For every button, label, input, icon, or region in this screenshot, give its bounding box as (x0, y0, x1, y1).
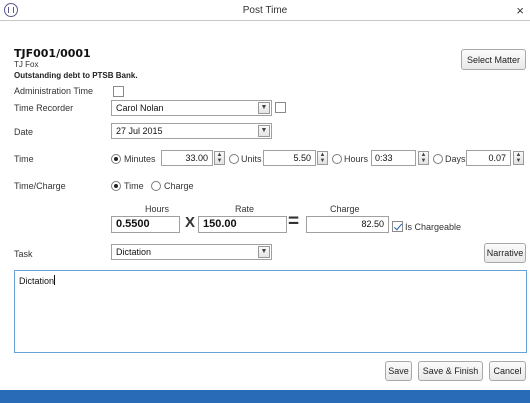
hours-field[interactable]: 0.5500 (111, 216, 180, 233)
equals-icon: = (288, 211, 300, 232)
save-button[interactable]: Save (385, 361, 412, 381)
days-label: Days (445, 154, 466, 164)
charge-field[interactable]: 82.50 (306, 216, 389, 233)
days-input[interactable]: 0.07 (466, 150, 511, 166)
hours-label: Hours (344, 154, 369, 164)
time-recorder-value: Carol Nolan (116, 103, 164, 113)
matter-description: Outstanding debt to PTSB Bank. (14, 71, 138, 80)
units-input[interactable]: 5.50 (263, 150, 316, 166)
is-chargeable-label: Is Chargeable (405, 222, 462, 232)
close-icon[interactable]: × (516, 3, 524, 18)
client-name: TJ Fox (14, 60, 39, 69)
narrative-button[interactable]: Narrative (484, 243, 526, 263)
hours-column-header: Hours (145, 204, 170, 214)
rate-field[interactable]: 150.00 (198, 216, 287, 233)
bottom-accent-bar (0, 390, 530, 403)
task-select[interactable]: Dictation ▼ (111, 244, 272, 260)
date-label: Date (14, 127, 34, 137)
charge-radio-label: Charge (164, 181, 194, 191)
rate-column-header: Rate (235, 204, 255, 214)
minutes-radio[interactable] (111, 154, 121, 164)
minutes-label: Minutes (124, 154, 156, 164)
units-radio[interactable] (229, 154, 239, 164)
time-recorder-checkbox[interactable] (275, 102, 286, 113)
is-chargeable-checkbox[interactable] (392, 221, 403, 232)
time-radio[interactable] (111, 181, 121, 191)
hours-input[interactable]: 0:33 (371, 150, 416, 166)
cancel-button[interactable]: Cancel (489, 361, 526, 381)
task-value: Dictation (116, 247, 152, 257)
calendar-dropdown-icon[interactable]: ▼ (258, 125, 270, 137)
time-recorder-label: Time Recorder (14, 103, 74, 113)
hours-radio[interactable] (332, 154, 342, 164)
units-spinner[interactable]: ▲ ▼ (317, 151, 328, 165)
charge-column-header: Charge (330, 204, 360, 214)
days-spinner[interactable]: ▲ ▼ (513, 151, 524, 165)
charge-radio[interactable] (151, 181, 161, 191)
text-caret (54, 275, 56, 285)
title-bar: Post Time × (0, 0, 530, 21)
admin-time-checkbox[interactable] (113, 86, 124, 97)
save-and-finish-button[interactable]: Save & Finish (418, 361, 483, 381)
units-label: Units (241, 154, 262, 164)
time-radio-label: Time (124, 181, 144, 191)
minutes-spinner[interactable]: ▲ ▼ (214, 151, 225, 165)
matter-code: TJF001/0001 (14, 47, 91, 60)
admin-time-label: Administration Time (14, 86, 94, 96)
chevron-down-icon[interactable]: ▼ (258, 246, 270, 258)
chevron-down-icon[interactable]: ▼ (258, 102, 270, 114)
date-picker[interactable]: 27 Jul 2015 ▼ (111, 123, 272, 139)
time-charge-label: Time/Charge (14, 181, 66, 191)
minutes-input[interactable]: 33.00 (161, 150, 213, 166)
date-value: 27 Jul 2015 (116, 126, 163, 136)
select-matter-button[interactable]: Select Matter (461, 49, 526, 70)
narrative-textarea[interactable]: Dictation (14, 270, 527, 353)
time-label: Time (14, 154, 34, 164)
narrative-text: Dictation (19, 276, 55, 286)
time-recorder-select[interactable]: Carol Nolan ▼ (111, 100, 272, 116)
window-title: Post Time (242, 5, 288, 16)
multiply-icon: X (185, 214, 196, 231)
task-label: Task (14, 249, 33, 259)
days-radio[interactable] (433, 154, 443, 164)
hours-spinner[interactable]: ▲ ▼ (418, 151, 429, 165)
